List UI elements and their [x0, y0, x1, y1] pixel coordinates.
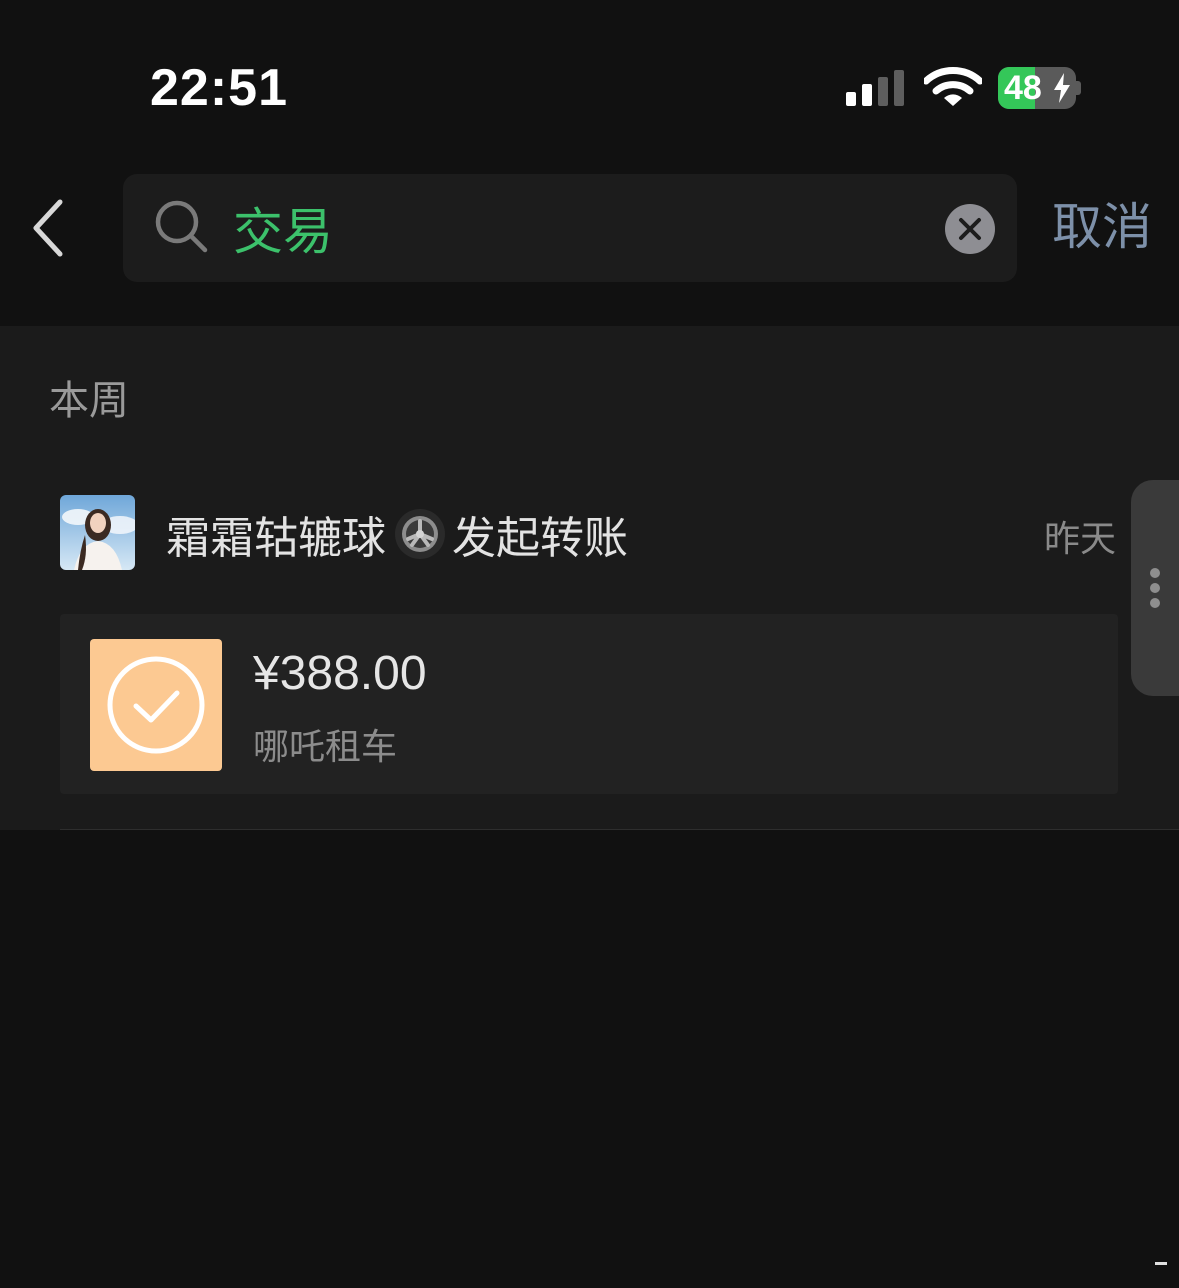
- chat-action: 发起转账: [452, 513, 628, 564]
- wifi-icon: [924, 67, 982, 106]
- close-icon: [959, 218, 981, 240]
- transfer-card[interactable]: ¥388.00 哪吒租车: [60, 614, 1118, 794]
- avatar[interactable]: [60, 495, 135, 570]
- search-input[interactable]: [233, 190, 913, 266]
- divider: [60, 829, 1179, 830]
- handle-dot: [1150, 568, 1160, 578]
- home-indicator: [1155, 1262, 1167, 1265]
- section-title: 本周: [49, 378, 129, 424]
- cancel-button[interactable]: 取消: [1052, 196, 1152, 258]
- transfer-icon: [90, 639, 222, 771]
- contact-name: 霜霜轱辘球: [166, 513, 386, 564]
- handle-dot: [1150, 598, 1160, 608]
- clear-search-button[interactable]: [945, 204, 995, 254]
- battery-level: 48: [1004, 69, 1042, 107]
- cellular-signal-icon: [846, 70, 904, 106]
- status-time: 22:51: [150, 59, 288, 117]
- transfer-note: 哪吒租车: [253, 727, 398, 768]
- chat-title[interactable]: 霜霜轱辘球 发起转账: [166, 502, 628, 566]
- battery-indicator: 48: [998, 67, 1076, 109]
- floating-side-handle[interactable]: [1131, 480, 1179, 696]
- back-chevron-icon[interactable]: [26, 198, 70, 258]
- search-results: 本周 霜霜轱辘球 发起转账 昨天 ¥388.00 哪吒租车: [0, 326, 1179, 830]
- search-icon: [155, 200, 208, 253]
- chat-date: 昨天: [1044, 519, 1117, 560]
- search-bar[interactable]: [123, 174, 1017, 282]
- avatar-photo: [60, 495, 135, 570]
- wheel-icon: [395, 509, 445, 559]
- transfer-amount: ¥388.00: [253, 647, 427, 700]
- handle-dot: [1150, 583, 1160, 593]
- charging-bolt-icon: [1054, 73, 1070, 103]
- check-circle-icon: [107, 656, 205, 754]
- battery-nub: [1076, 81, 1081, 95]
